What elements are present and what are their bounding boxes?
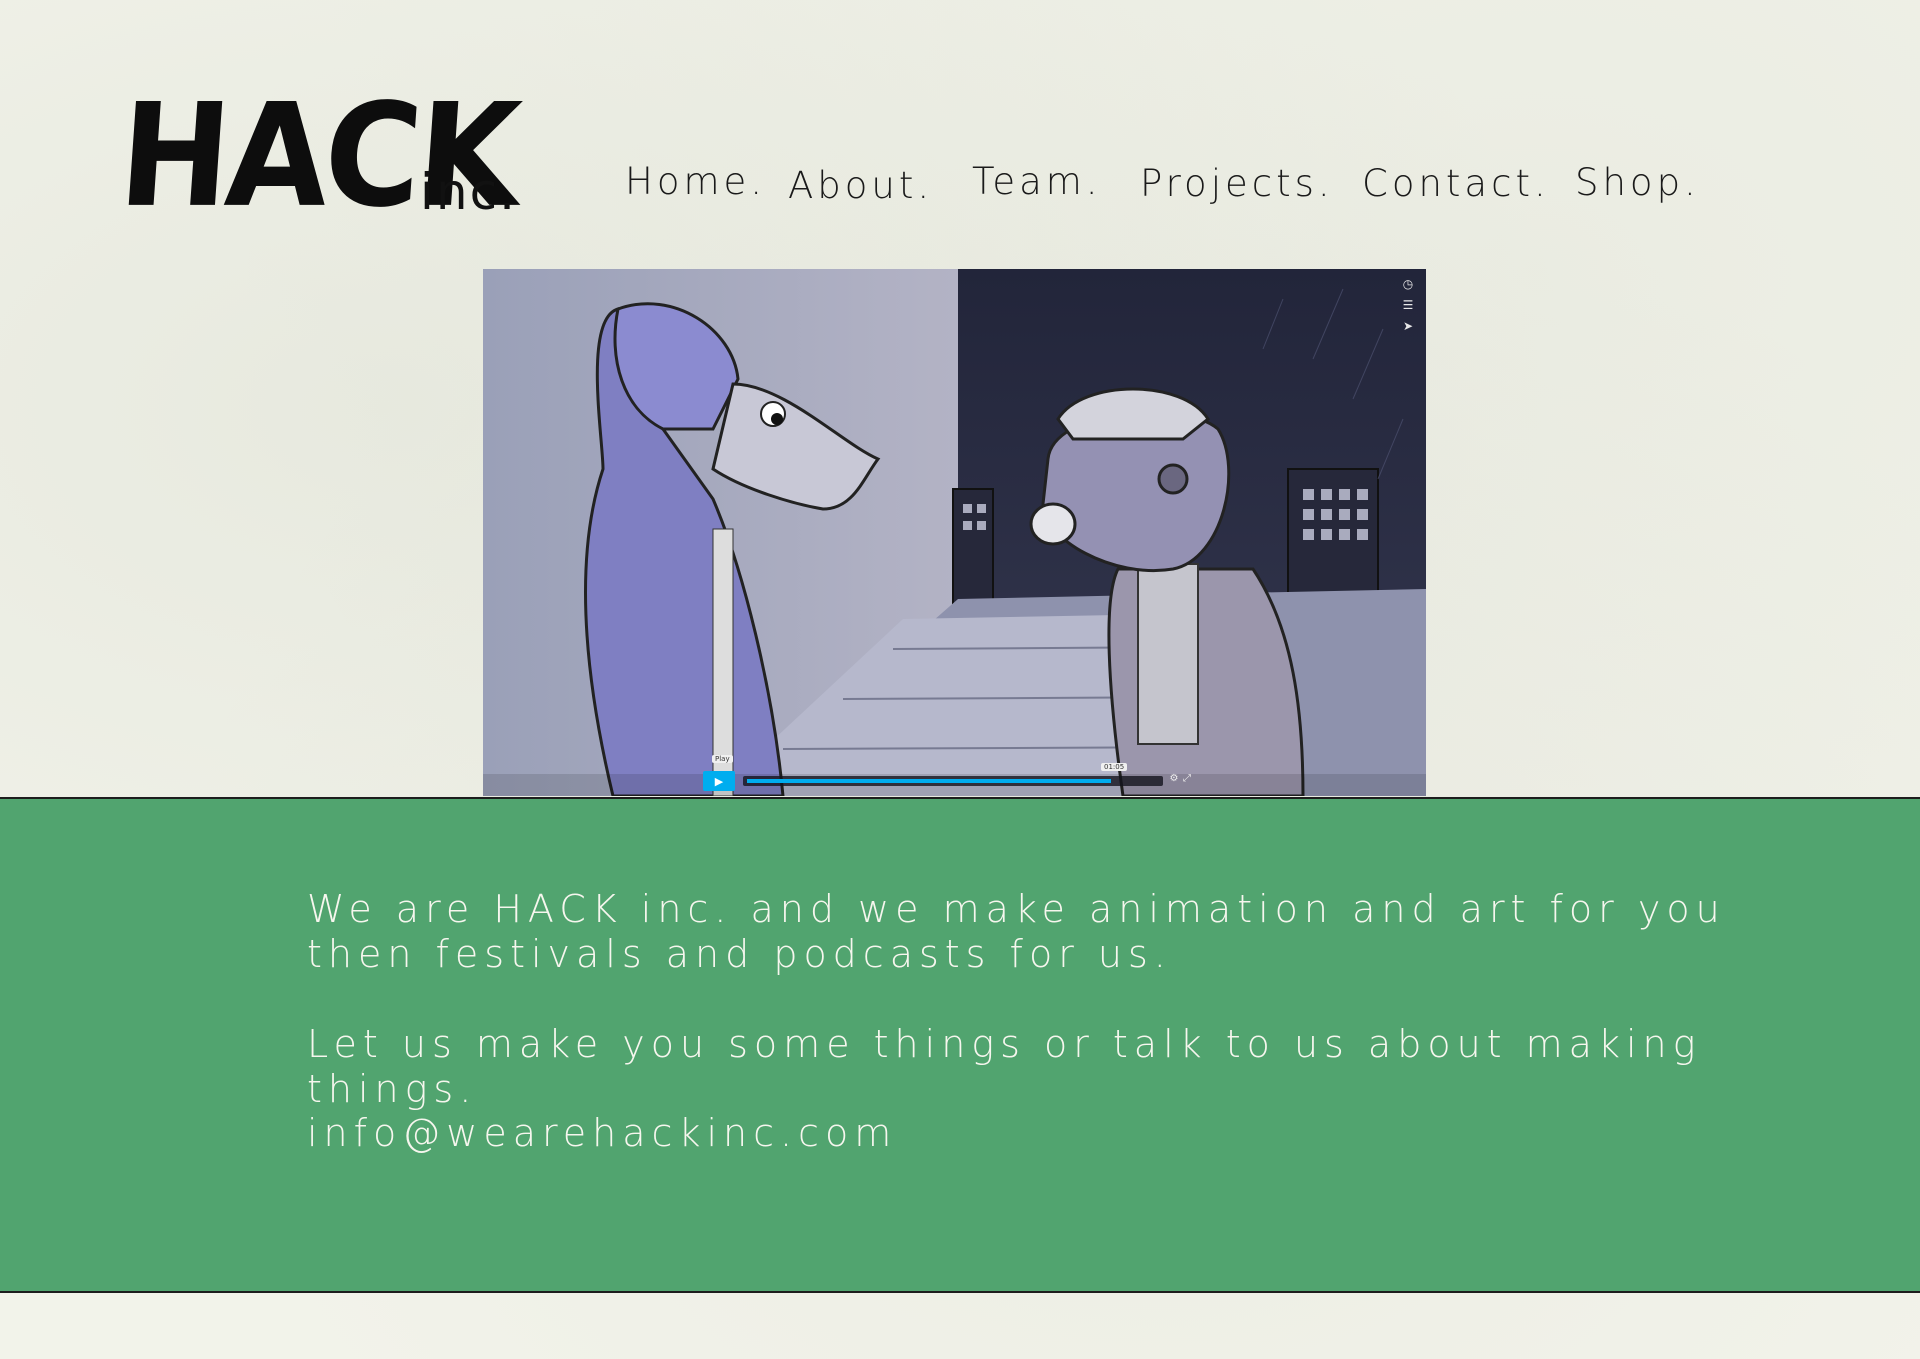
settings-icon[interactable]: ⚙: [1168, 773, 1180, 787]
intro-paragraph: We are HACK inc. and we make animation a…: [307, 887, 1726, 976]
intro-panel: We are HACK inc. and we make animation a…: [0, 797, 1920, 1293]
layers-icon[interactable]: ☰: [1398, 296, 1418, 314]
send-icon[interactable]: ➤: [1398, 317, 1418, 335]
play-icon: ▶: [714, 774, 724, 788]
play-button[interactable]: ▶: [703, 771, 735, 791]
play-tooltip: Play: [712, 755, 733, 763]
player-control-bar: ▶ Play 01:05 ⚙ ⤢: [703, 755, 1193, 793]
progress-bar[interactable]: 01:05: [743, 763, 1163, 786]
time-tooltip: 01:05: [1101, 763, 1128, 771]
video-player[interactable]: ◷ ☰ ➤ ▶ Play 01:05 ⚙ ⤢: [483, 269, 1426, 796]
page: HACK inc. Home. About. Team. Projects. C…: [0, 0, 1920, 1359]
nav-shop[interactable]: Shop.: [1575, 161, 1700, 204]
nav-team[interactable]: Team.: [972, 160, 1102, 203]
nav-contact[interactable]: Contact.: [1362, 162, 1550, 205]
nav-about[interactable]: About.: [788, 164, 933, 207]
intro-call-to-action: Let us make you some things or talk to u…: [307, 1022, 1702, 1111]
nav-projects[interactable]: Projects.: [1140, 162, 1334, 205]
logo-suffix: inc.: [420, 163, 517, 221]
contact-email-link[interactable]: info@wearehackinc.com: [307, 1111, 897, 1156]
nav-home[interactable]: Home.: [625, 160, 766, 203]
video-frame-illustration: [483, 269, 1426, 796]
progress-fill: [747, 779, 1111, 783]
hack-inc-logo[interactable]: HACK inc.: [114, 73, 521, 245]
fullscreen-icon[interactable]: ⤢: [1181, 773, 1193, 787]
video-side-controls: ◷ ☰ ➤: [1398, 275, 1420, 338]
clock-icon[interactable]: ◷: [1398, 275, 1418, 293]
